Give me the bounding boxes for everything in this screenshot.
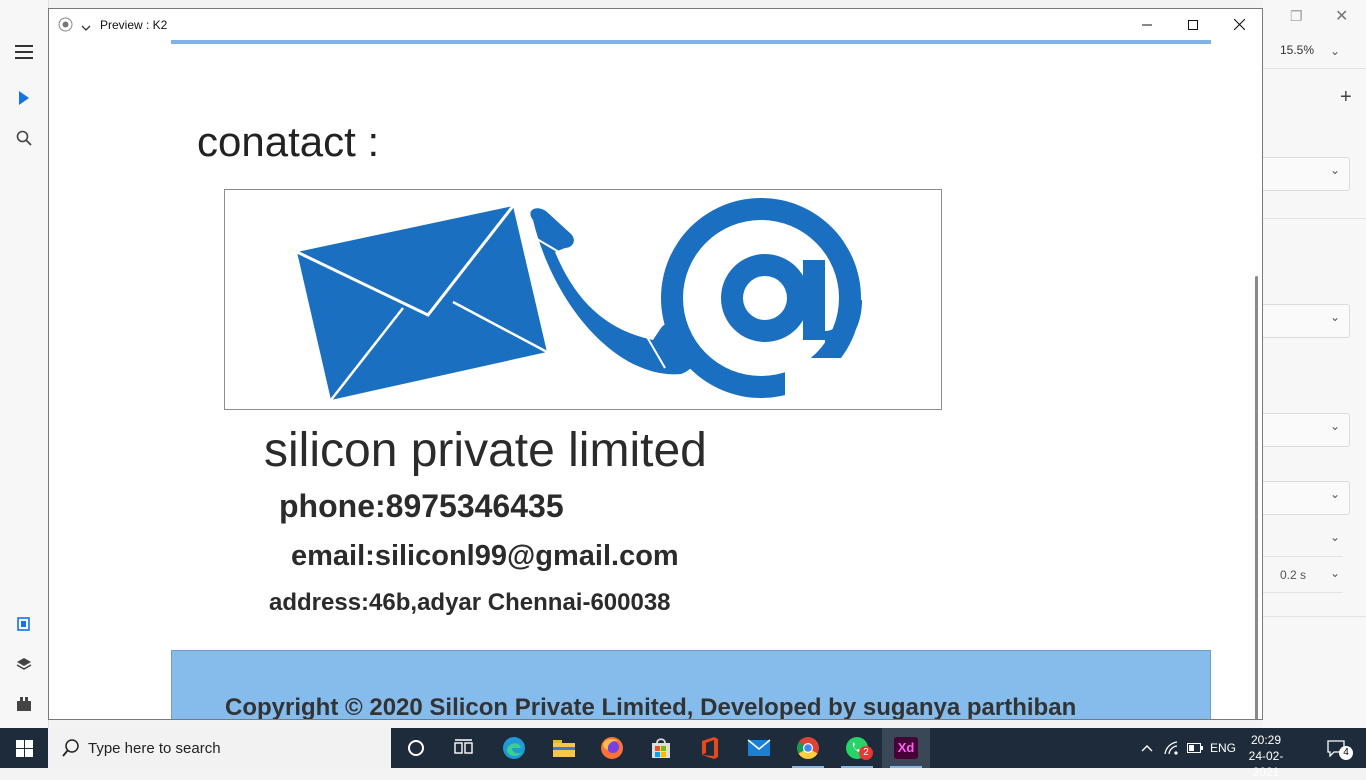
search-placeholder: Type here to search — [88, 740, 221, 757]
company-name: silicon private limited — [264, 424, 707, 477]
start-button[interactable] — [0, 728, 48, 768]
close-window-icon[interactable]: ✕ — [1335, 6, 1348, 26]
divider — [1263, 592, 1343, 593]
assets-panel-icon[interactable] — [12, 612, 36, 636]
zoom-level-value[interactable]: 15.5% — [1280, 43, 1314, 57]
chevron-down-icon[interactable]: ⌄ — [1330, 310, 1340, 324]
add-icon[interactable]: + — [1340, 86, 1352, 109]
hamburger-menu-icon[interactable] — [12, 40, 36, 64]
windows-logo-icon — [15, 739, 33, 757]
chrome-icon — [797, 737, 819, 759]
chrome-taskbar-button[interactable] — [784, 728, 832, 768]
close-button[interactable] — [1216, 9, 1262, 40]
store-taskbar-button[interactable] — [637, 728, 685, 768]
at-sign-icon — [661, 198, 862, 398]
maximize-icon — [1188, 19, 1198, 30]
minimize-button[interactable] — [1124, 9, 1170, 40]
chevron-down-icon[interactable] — [81, 19, 91, 37]
cortana-button[interactable] — [392, 728, 440, 768]
network-tray-button[interactable] — [1160, 728, 1182, 768]
contact-heading: conatact : — [197, 118, 380, 165]
preview-window: Preview : K2 conatact : silicon private … — [48, 8, 1263, 720]
notification-count-badge: 4 — [1339, 746, 1353, 760]
header-stripe — [171, 40, 1211, 44]
page-footer: Copyright © 2020 Silicon Private Limited… — [171, 650, 1211, 720]
cortana-icon — [408, 740, 424, 756]
file-explorer-taskbar-button[interactable] — [540, 728, 588, 768]
battery-tray-button[interactable] — [1184, 728, 1206, 768]
chevron-down-icon[interactable]: ⌄ — [1330, 530, 1340, 544]
duration-chevron-down-icon[interactable]: ⌄ — [1330, 566, 1340, 580]
xd-left-toolbar — [0, 0, 49, 728]
battery-icon — [1187, 743, 1203, 753]
email-address: email:siliconl99@gmail.com — [291, 540, 679, 572]
mail-icon — [747, 739, 771, 756]
chevron-down-icon[interactable]: ⌄ — [1330, 487, 1340, 501]
phone-number: phone:8975346435 — [279, 488, 564, 524]
window-title: Preview : K2 — [100, 18, 168, 32]
wifi-icon — [1164, 741, 1178, 755]
action-center-button[interactable]: 4 — [1316, 728, 1356, 768]
divider — [1263, 68, 1366, 69]
firefox-taskbar-button[interactable] — [588, 728, 636, 768]
chevron-down-icon[interactable]: ⌄ — [1330, 419, 1340, 433]
language-indicator[interactable]: ENG — [1208, 728, 1238, 768]
envelope-icon — [296, 205, 548, 401]
search-icon — [62, 739, 79, 757]
duration-value[interactable]: 0.2 s — [1280, 568, 1306, 582]
edge-icon — [503, 737, 525, 759]
office-icon — [702, 737, 718, 759]
task-view-icon — [454, 739, 473, 754]
taskbar-search-box[interactable]: Type here to search — [48, 728, 391, 768]
clock-date: 24-02-2021 — [1248, 749, 1284, 779]
clock-time: 20:29 — [1250, 733, 1282, 747]
zoom-tool-icon[interactable] — [12, 126, 36, 150]
vertical-scrollbar[interactable] — [1255, 276, 1258, 719]
restore-window-icon[interactable]: ❐ — [1290, 8, 1303, 25]
zoom-chevron-down-icon[interactable]: ⌄ — [1330, 44, 1340, 58]
copyright-text: Copyright © 2020 Silicon Private Limited… — [225, 694, 1077, 720]
select-tool-icon[interactable] — [12, 86, 36, 110]
notification-badge: 2 — [859, 746, 873, 760]
preview-titlebar[interactable]: Preview : K2 — [49, 9, 1262, 40]
whatsapp-taskbar-button[interactable]: 2 — [833, 728, 881, 768]
adobe-xd-icon: Xd — [894, 737, 918, 759]
folder-icon — [553, 740, 575, 757]
chevron-down-icon[interactable]: ⌄ — [1330, 163, 1340, 177]
xd-property-inspector: ❐ ✕ 15.5% ⌄ + ⌄ ⌄ ⌄ ⌄ ⌄ 0.2 s ⌄ — [1263, 0, 1366, 728]
mail-taskbar-button[interactable] — [735, 728, 783, 768]
windows-taskbar: Type here to search 2 Xd ENG 20:29 24-02… — [0, 728, 1366, 779]
taskbar-clock[interactable]: 20:29 24-02-2021 — [1236, 732, 1296, 780]
show-hidden-icons-button[interactable] — [1136, 728, 1158, 768]
adobe-xd-taskbar-button[interactable]: Xd — [882, 728, 930, 768]
firefox-icon — [601, 737, 623, 759]
page-content: conatact : silicon private limited phone… — [49, 40, 1262, 720]
layers-panel-icon[interactable] — [12, 652, 36, 676]
record-icon[interactable] — [58, 17, 73, 37]
chevron-up-icon — [1141, 745, 1153, 752]
postal-address: address:46b,adyar Chennai-600038 — [269, 589, 671, 616]
maximize-button[interactable] — [1170, 9, 1216, 40]
plugins-panel-icon[interactable] — [12, 692, 36, 716]
minimize-icon — [1142, 24, 1152, 25]
store-icon — [652, 738, 670, 758]
close-icon — [1233, 19, 1245, 30]
contact-icons-image — [224, 189, 942, 410]
edge-taskbar-button[interactable] — [490, 728, 538, 768]
divider — [1263, 616, 1366, 617]
office-taskbar-button[interactable] — [686, 728, 734, 768]
divider — [1263, 218, 1366, 219]
divider — [1263, 556, 1343, 557]
task-view-button[interactable] — [440, 728, 488, 768]
